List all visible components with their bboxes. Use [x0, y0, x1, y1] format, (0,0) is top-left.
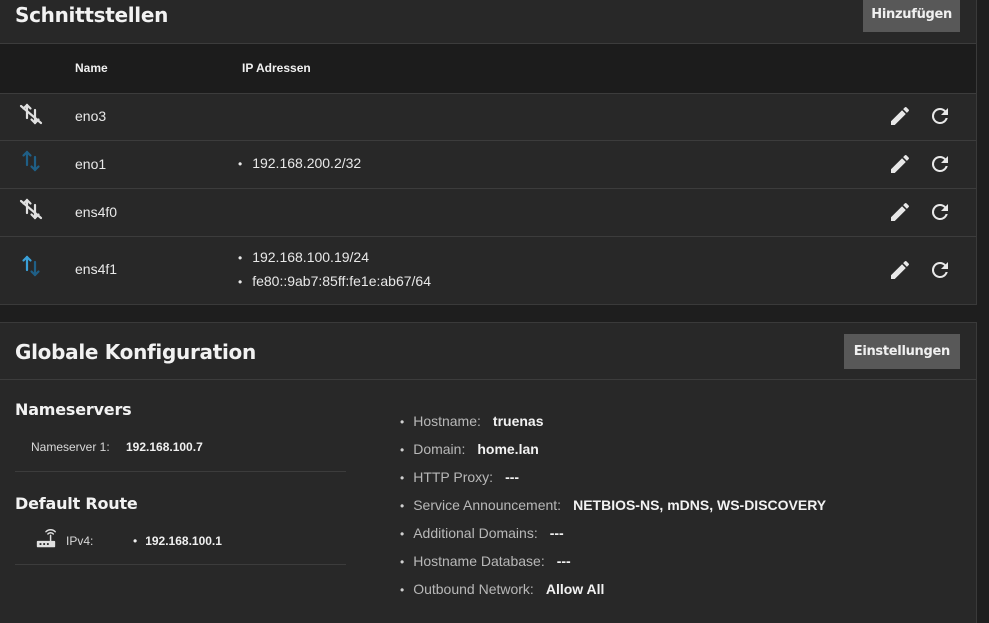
- table-row: ens4f0: [0, 189, 976, 237]
- table-row: ens4f1 192.168.100.19/24 fe80::9ab7:85ff…: [0, 237, 976, 303]
- link-up-icon: [22, 150, 40, 172]
- ip-address-list: 192.168.200.2/32: [238, 152, 361, 176]
- edit-icon[interactable]: [888, 152, 912, 176]
- ipv4-value-item: • 192.168.100.1: [133, 534, 222, 548]
- divider: [0, 379, 976, 380]
- settings-button[interactable]: Einstellungen: [843, 334, 960, 369]
- reset-icon[interactable]: [928, 104, 952, 128]
- ip-address-list: 192.168.100.19/24 fe80::9ab7:85ff:fe1e:a…: [238, 246, 431, 294]
- list-item: Domain:home.lan: [400, 435, 826, 463]
- list-item: Service Announcement:NETBIOS-NS, mDNS, W…: [400, 491, 826, 519]
- ipv4-label: IPv4:: [66, 534, 94, 548]
- interfaces-title: Schnittstellen: [15, 3, 169, 27]
- interface-name: eno3: [75, 108, 107, 124]
- ipv4-value: 192.168.100.1: [145, 534, 222, 548]
- divider: [15, 564, 346, 565]
- table-row: eno1 192.168.200.2/32: [0, 141, 976, 189]
- column-header-ip: IP Adressen: [242, 61, 311, 75]
- edit-icon[interactable]: [888, 104, 912, 128]
- list-item: Hostname:truenas: [400, 407, 826, 435]
- ip-address: fe80::9ab7:85ff:fe1e:ab67/64: [238, 270, 431, 294]
- add-interface-button[interactable]: Hinzufügen: [863, 0, 960, 32]
- list-item: HTTP Proxy:---: [400, 463, 826, 491]
- edit-icon[interactable]: [888, 200, 912, 224]
- interfaces-card: Schnittstellen Hinzufügen Name IP Adress…: [0, 0, 977, 305]
- table-row: eno3: [0, 93, 976, 141]
- list-item: Hostname Database:---: [400, 547, 826, 575]
- reset-icon[interactable]: [928, 258, 952, 282]
- link-up-icon: [22, 255, 40, 277]
- global-info-list: Hostname:truenas Domain:home.lan HTTP Pr…: [400, 407, 826, 603]
- edit-icon[interactable]: [888, 258, 912, 282]
- interface-name: eno1: [75, 156, 107, 172]
- interface-name: ens4f1: [75, 261, 118, 277]
- link-down-icon: [19, 103, 43, 125]
- list-item: Additional Domains:---: [400, 519, 826, 547]
- link-down-icon: [19, 198, 43, 220]
- nameservers-title: Nameservers: [15, 400, 132, 419]
- nameserver-1-value: 192.168.100.7: [126, 440, 203, 454]
- reset-icon[interactable]: [928, 200, 952, 224]
- ip-address: 192.168.200.2/32: [238, 152, 361, 176]
- router-icon: [36, 529, 56, 548]
- nameserver-1-label: Nameserver 1:: [31, 440, 110, 454]
- reset-icon[interactable]: [928, 152, 952, 176]
- ip-address: 192.168.100.19/24: [238, 246, 431, 270]
- interfaces-table-header: Name IP Adressen: [0, 43, 976, 94]
- interface-name: ens4f0: [75, 204, 118, 220]
- divider: [15, 471, 346, 472]
- default-route-title: Default Route: [15, 494, 138, 513]
- column-header-name: Name: [75, 61, 108, 75]
- global-config-card: Globale Konfiguration Einstellungen Name…: [0, 322, 977, 623]
- list-item: Outbound Network:Allow All: [400, 575, 826, 603]
- global-config-title: Globale Konfiguration: [15, 340, 256, 364]
